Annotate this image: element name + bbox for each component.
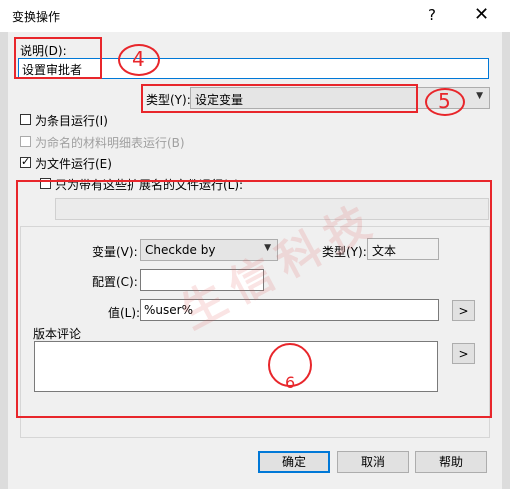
annotation-box-type bbox=[141, 84, 418, 113]
help-title-button[interactable]: ? bbox=[428, 6, 436, 24]
named-bom-label: 为命名的材料明细表运行(B) bbox=[35, 136, 185, 150]
background-window-right bbox=[502, 32, 510, 489]
per-file-label: 为文件运行(E) bbox=[35, 157, 112, 171]
annotation-box-description bbox=[14, 37, 102, 79]
per-file-checkbox[interactable] bbox=[20, 155, 31, 168]
help-button[interactable]: 帮助 bbox=[415, 451, 487, 473]
chevron-down-icon: ▼ bbox=[476, 91, 483, 101]
cancel-button[interactable]: 取消 bbox=[337, 451, 409, 473]
named-bom-checkbox[interactable] bbox=[20, 136, 31, 147]
ok-button[interactable]: 确定 bbox=[258, 451, 330, 473]
annotation-box-settings bbox=[16, 180, 492, 418]
annotation-number-5: 5 bbox=[438, 89, 451, 113]
background-window-left bbox=[0, 32, 8, 489]
annotation-number-6: 6 bbox=[285, 373, 296, 392]
annotation-number-4: 4 bbox=[132, 47, 145, 71]
per-item-checkbox[interactable] bbox=[20, 114, 31, 125]
per-item-label: 为条目运行(I) bbox=[35, 114, 108, 128]
window-title: 变换操作 bbox=[12, 10, 61, 24]
close-button[interactable]: ✕ bbox=[474, 4, 489, 25]
